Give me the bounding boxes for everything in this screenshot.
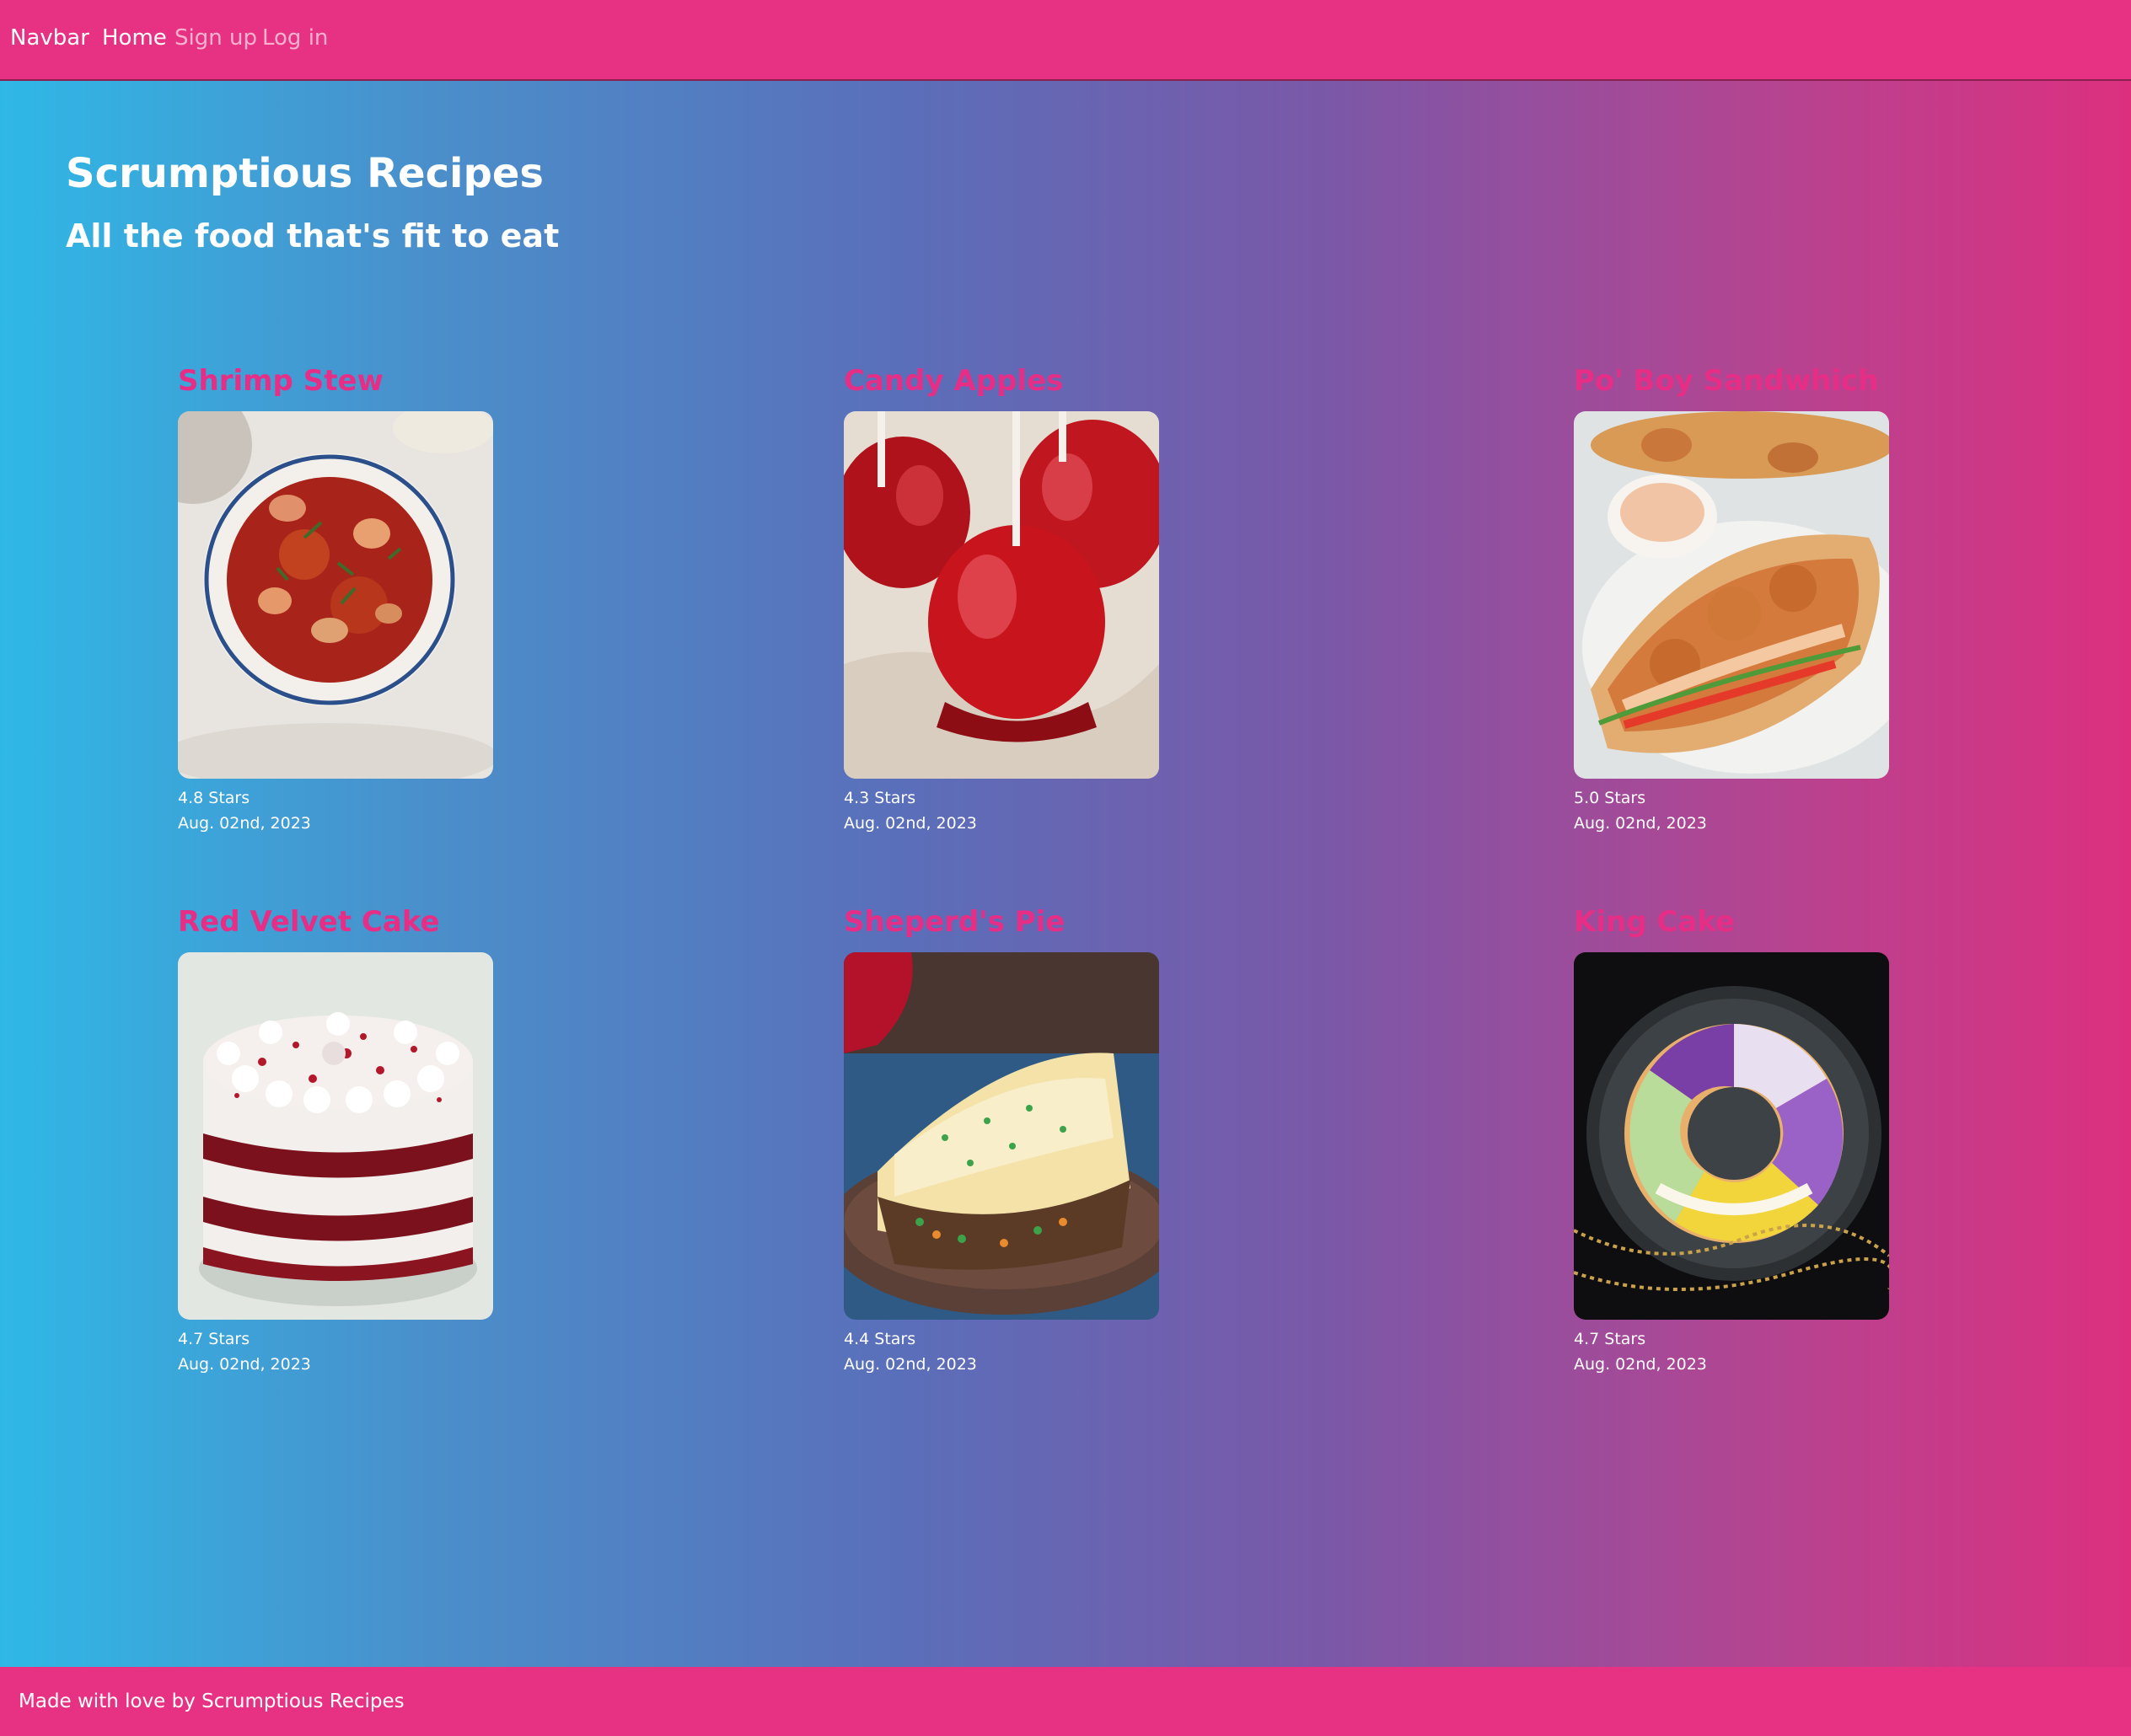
shepherds-pie-photo[interactable] — [844, 952, 1159, 1320]
recipe-card: Red Velvet Cake 4.7 Stars Aug. 02nd, 202… — [178, 905, 515, 1377]
footer: Made with love by Scrumptious Recipes — [0, 1667, 2131, 1736]
recipe-title[interactable]: Candy Apples — [844, 364, 1063, 398]
red-velvet-cake-photo[interactable] — [178, 952, 493, 1320]
recipe-rating: 4.7 Stars — [1574, 1330, 1646, 1348]
footer-text: Made with love by Scrumptious Recipes — [19, 1690, 405, 1712]
recipe-rating: 4.8 Stars — [178, 789, 250, 807]
page-subtitle: All the food that's fit to eat — [66, 217, 560, 255]
recipe-card: Po' Boy Sandwhich 5.0 Stars Aug. 02nd, 2… — [1574, 364, 1911, 836]
page-title: Scrumptious Recipes — [66, 150, 544, 197]
shrimp-stew-photo[interactable] — [178, 411, 493, 779]
recipe-title[interactable]: Red Velvet Cake — [178, 905, 440, 939]
recipe-date: Aug. 02nd, 2023 — [844, 1355, 977, 1374]
recipe-title[interactable]: Shrimp Stew — [178, 364, 384, 398]
recipe-date: Aug. 02nd, 2023 — [1574, 814, 1707, 833]
navbar: Navbar Home Sign up Log in — [0, 0, 2131, 81]
nav-link-sign-up[interactable]: Sign up — [174, 25, 257, 51]
recipe-rating: 5.0 Stars — [1574, 789, 1646, 807]
recipe-title[interactable]: King Cake — [1574, 905, 1735, 939]
nav-link-home[interactable]: Home — [102, 25, 167, 51]
recipe-card: Candy Apples 4.3 Stars Aug. 02nd, 2023 — [844, 364, 1181, 836]
po-boy-sandwich-photo[interactable] — [1574, 411, 1889, 779]
recipe-date: Aug. 02nd, 2023 — [1574, 1355, 1707, 1374]
candy-apples-photo[interactable] — [844, 411, 1159, 779]
recipe-date: Aug. 02nd, 2023 — [178, 1355, 311, 1374]
nav-link-log-in[interactable]: Log in — [262, 25, 328, 51]
recipe-card: Shrimp Stew 4.8 Stars Aug. 02nd, 2023 — [178, 364, 515, 836]
recipe-card: King Cake 4.7 Stars Aug. 02nd, 2023 — [1574, 905, 1911, 1377]
recipe-title[interactable]: Po' Boy Sandwhich — [1574, 364, 1878, 398]
king-cake-photo[interactable] — [1574, 952, 1889, 1320]
recipe-title[interactable]: Sheperd's Pie — [844, 905, 1065, 939]
recipe-rating: 4.4 Stars — [844, 1330, 916, 1348]
recipe-date: Aug. 02nd, 2023 — [844, 814, 977, 833]
recipe-date: Aug. 02nd, 2023 — [178, 814, 311, 833]
recipe-rating: 4.3 Stars — [844, 789, 916, 807]
navbar-brand[interactable]: Navbar — [10, 25, 89, 51]
recipe-rating: 4.7 Stars — [178, 1330, 250, 1348]
recipe-card: Sheperd's Pie 4.4 Stars Aug. 02nd, 2023 — [844, 905, 1181, 1377]
